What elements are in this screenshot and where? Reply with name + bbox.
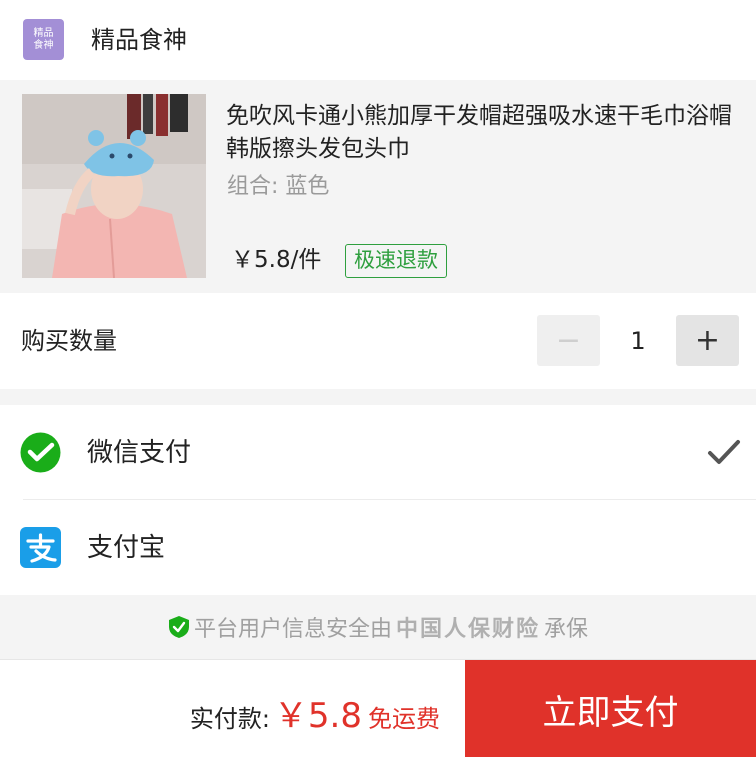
alipay-icon: [20, 527, 61, 568]
shop-logo-line1: 精品: [33, 27, 54, 39]
payment-option-wechat[interactable]: 微信支付: [0, 405, 756, 500]
fast-refund-badge: 极速退款: [345, 244, 447, 278]
shield-icon: [168, 616, 189, 638]
total-label: 实付款:: [189, 705, 270, 733]
insurance-prefix: 平台用户信息安全由: [193, 617, 392, 642]
free-shipping-label: 免运费: [368, 705, 440, 733]
product-variant: 组合: 蓝色: [227, 174, 330, 199]
product-title[interactable]: 免吹风卡通小熊加厚干发帽超强吸水速干毛巾浴帽韩版擦头发包头巾: [226, 100, 741, 166]
wechat-pay-label: 微信支付: [87, 438, 192, 468]
pay-now-button[interactable]: 立即支付: [465, 660, 756, 757]
quantity-label: 购买数量: [21, 327, 117, 355]
payment-option-alipay[interactable]: 支付宝: [0, 500, 756, 595]
quantity-decrease-button[interactable]: −: [537, 315, 600, 366]
product-price: ￥5.8/件: [231, 247, 322, 273]
product-card: 免吹风卡通小熊加厚干发帽超强吸水速干毛巾浴帽韩版擦头发包头巾 组合: 蓝色 ￥5…: [0, 80, 756, 293]
checkout-footer: 实付款: ￥5.8 免运费 立即支付: [0, 659, 756, 757]
insurance-suffix: 承保: [544, 617, 589, 642]
shop-logo[interactable]: 精品 食神: [23, 19, 64, 60]
quantity-value[interactable]: 1: [600, 323, 676, 359]
wechat-pay-icon: [20, 432, 61, 473]
total-summary: 实付款: ￥5.8 免运费: [190, 688, 440, 737]
product-photo-illustration: [22, 94, 206, 278]
alipay-label: 支付宝: [87, 533, 166, 563]
section-gap: [0, 389, 756, 405]
product-image[interactable]: [22, 94, 206, 278]
shop-name[interactable]: 精品食神: [91, 24, 187, 56]
shop-header: 精品 食神 精品食神: [0, 0, 756, 80]
insurance-notice: 平台用户信息安全由 中国人保财险 承保: [0, 595, 756, 659]
insurer-brand: 中国人保财险: [395, 617, 540, 642]
selected-check-icon: [708, 440, 740, 464]
total-price: ￥5.8: [273, 696, 362, 736]
quantity-increase-button[interactable]: +: [676, 315, 739, 366]
quantity-row: 购买数量 − 1 +: [0, 293, 756, 389]
shop-logo-line2: 食神: [33, 39, 54, 51]
